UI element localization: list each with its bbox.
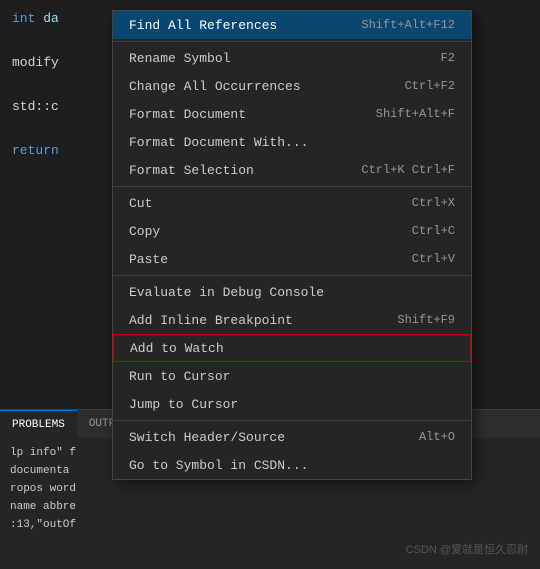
menu-item-copy[interactable]: Copy Ctrl+C: [113, 217, 471, 245]
menu-label-cut: Cut: [129, 196, 152, 211]
tab-problems[interactable]: PROBLEMS: [0, 410, 77, 438]
separator-3: [113, 275, 471, 276]
menu-label-jump-to-cursor: Jump to Cursor: [129, 397, 238, 412]
menu-item-run-to-cursor[interactable]: Run to Cursor: [113, 362, 471, 390]
menu-shortcut-change-all-occurrences: Ctrl+F2: [405, 79, 455, 93]
menu-shortcut-add-inline-breakpoint: Shift+F9: [397, 313, 455, 327]
menu-item-paste[interactable]: Paste Ctrl+V: [113, 245, 471, 273]
menu-item-format-document-with[interactable]: Format Document With...: [113, 128, 471, 156]
menu-label-go-to-symbol: Go to Symbol in CSDN...: [129, 458, 308, 473]
separator-2: [113, 186, 471, 187]
menu-label-evaluate-debug: Evaluate in Debug Console: [129, 285, 324, 300]
menu-item-jump-to-cursor[interactable]: Jump to Cursor: [113, 390, 471, 418]
menu-item-switch-header[interactable]: Switch Header/Source Alt+O: [113, 423, 471, 451]
menu-label-run-to-cursor: Run to Cursor: [129, 369, 230, 384]
panel-line-3: ropos word: [10, 480, 530, 498]
menu-item-cut[interactable]: Cut Ctrl+X: [113, 189, 471, 217]
menu-label-change-all-occurrences: Change All Occurrences: [129, 79, 301, 94]
menu-shortcut-switch-header: Alt+O: [419, 430, 455, 444]
menu-shortcut-cut: Ctrl+X: [412, 196, 455, 210]
panel-line-5: :13,"outOf: [10, 516, 530, 534]
menu-label-format-document: Format Document: [129, 107, 246, 122]
menu-item-change-all-occurrences[interactable]: Change All Occurrences Ctrl+F2: [113, 72, 471, 100]
menu-label-switch-header: Switch Header/Source: [129, 430, 285, 445]
panel-line-4: name abbre: [10, 498, 530, 516]
menu-label-paste: Paste: [129, 252, 168, 267]
menu-shortcut-format-document: Shift+Alt+F: [376, 107, 455, 121]
menu-label-copy: Copy: [129, 224, 160, 239]
menu-item-format-selection[interactable]: Format Selection Ctrl+K Ctrl+F: [113, 156, 471, 184]
separator-4: [113, 420, 471, 421]
menu-item-find-all-references[interactable]: Find All References Shift+Alt+F12: [113, 11, 471, 39]
menu-item-add-inline-breakpoint[interactable]: Add Inline Breakpoint Shift+F9: [113, 306, 471, 334]
context-menu: Find All References Shift+Alt+F12 Rename…: [112, 10, 472, 480]
menu-shortcut-format-selection: Ctrl+K Ctrl+F: [361, 163, 455, 177]
menu-item-format-document[interactable]: Format Document Shift+Alt+F: [113, 100, 471, 128]
menu-item-add-to-watch[interactable]: Add to Watch: [113, 334, 471, 362]
menu-label-format-selection: Format Selection: [129, 163, 254, 178]
separator-1: [113, 41, 471, 42]
menu-item-rename-symbol[interactable]: Rename Symbol F2: [113, 44, 471, 72]
menu-label-add-to-watch: Add to Watch: [130, 341, 224, 356]
menu-label-find-all-references: Find All References: [129, 18, 277, 33]
watermark: CSDN @爱就是恒久忍耐: [406, 541, 528, 557]
menu-item-go-to-symbol[interactable]: Go to Symbol in CSDN...: [113, 451, 471, 479]
menu-item-evaluate-debug[interactable]: Evaluate in Debug Console: [113, 278, 471, 306]
menu-shortcut-find-all-references: Shift+Alt+F12: [361, 18, 455, 32]
menu-label-format-document-with: Format Document With...: [129, 135, 308, 150]
menu-shortcut-copy: Ctrl+C: [412, 224, 455, 238]
menu-label-rename-symbol: Rename Symbol: [129, 51, 230, 66]
menu-shortcut-paste: Ctrl+V: [412, 252, 455, 266]
menu-shortcut-rename-symbol: F2: [441, 51, 455, 65]
menu-label-add-inline-breakpoint: Add Inline Breakpoint: [129, 313, 293, 328]
